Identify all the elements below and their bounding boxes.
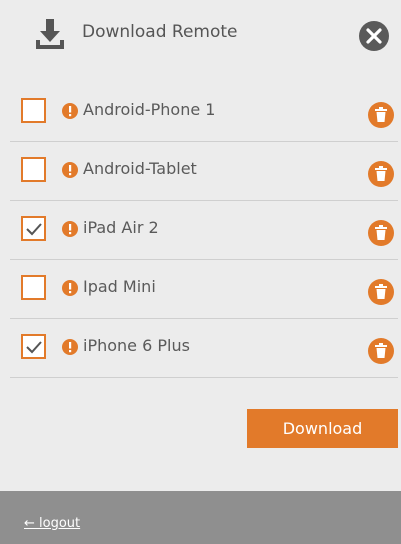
device-name: Android-Tablet bbox=[83, 159, 197, 178]
device-name: iPad Air 2 bbox=[83, 218, 159, 237]
device-name: iPhone 6 Plus bbox=[83, 336, 190, 355]
footer-bar: ← logout bbox=[0, 491, 401, 544]
device-name: Ipad Mini bbox=[83, 277, 156, 296]
device-row: Android-Phone 1 bbox=[10, 83, 398, 142]
warning-icon bbox=[62, 103, 78, 119]
device-row: iPad Air 2 bbox=[10, 201, 398, 260]
warning-icon bbox=[62, 221, 78, 237]
close-icon[interactable] bbox=[358, 20, 390, 52]
trash-icon[interactable] bbox=[368, 279, 394, 305]
download-button[interactable]: Download bbox=[247, 409, 398, 448]
device-row: Android-Tablet bbox=[10, 142, 398, 201]
warning-icon bbox=[62, 162, 78, 178]
device-checkbox[interactable] bbox=[21, 98, 46, 123]
device-checkbox[interactable] bbox=[21, 334, 46, 359]
device-name: Android-Phone 1 bbox=[83, 100, 216, 119]
trash-icon[interactable] bbox=[368, 220, 394, 246]
logout-link[interactable]: ← logout bbox=[24, 515, 80, 533]
warning-icon bbox=[62, 280, 78, 296]
download-remote-panel: Download Remote Android-Phone 1 Android-… bbox=[0, 0, 401, 491]
trash-icon[interactable] bbox=[368, 338, 394, 364]
panel-title: Download Remote bbox=[82, 22, 238, 42]
device-row: Ipad Mini bbox=[10, 260, 398, 319]
check-icon bbox=[26, 341, 42, 354]
check-icon bbox=[26, 223, 42, 236]
device-checkbox[interactable] bbox=[21, 216, 46, 241]
device-checkbox[interactable] bbox=[21, 157, 46, 182]
device-checkbox[interactable] bbox=[21, 275, 46, 300]
warning-icon bbox=[62, 339, 78, 355]
trash-icon[interactable] bbox=[368, 161, 394, 187]
trash-icon[interactable] bbox=[368, 102, 394, 128]
download-icon bbox=[36, 19, 64, 49]
panel-header: Download Remote bbox=[0, 0, 401, 70]
device-row: iPhone 6 Plus bbox=[10, 319, 398, 378]
